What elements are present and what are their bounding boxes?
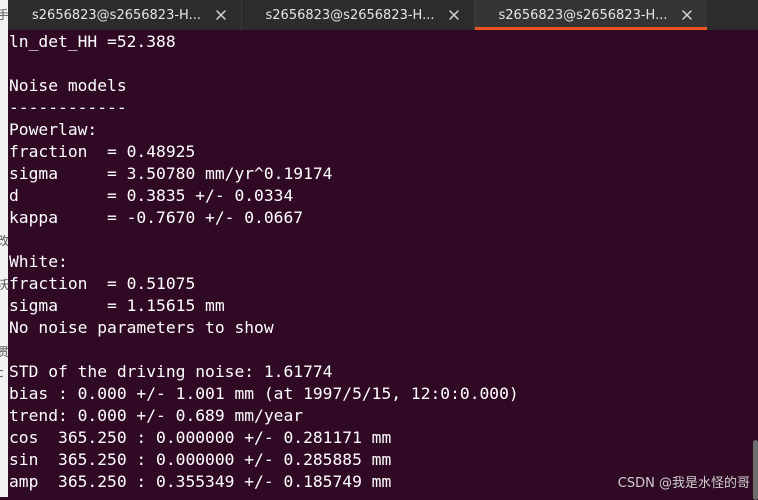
- terminal-line: No noise parameters to show: [9, 318, 274, 337]
- terminal-line: trend: 0.000 +/- 0.689 mm/year: [9, 406, 304, 425]
- terminal-line: amp 365.250 : 0.355349 +/- 0.185749 mm: [9, 472, 392, 491]
- close-icon[interactable]: [446, 7, 462, 23]
- tab-terminal-2[interactable]: s2656823@s2656823-H...: [241, 0, 474, 30]
- terminal-line: ln_det_HH =52.388: [9, 32, 176, 51]
- watermark: CSDN @我是水怪的哥: [617, 476, 750, 491]
- tab-terminal-3-active[interactable]: s2656823@s2656823-H...: [474, 0, 707, 30]
- terminal-line: kappa = -0.7670 +/- 0.0667: [9, 208, 304, 227]
- tab-terminal-1[interactable]: s2656823@s2656823-H...: [8, 0, 241, 30]
- terminal-output[interactable]: ln_det_HH =52.388 Noise models ---------…: [8, 30, 726, 497]
- edge-glyph: c: [0, 366, 4, 380]
- terminal-tab-bar: s2656823@s2656823-H... s2656823@s2656823…: [8, 0, 758, 30]
- close-icon[interactable]: [679, 7, 695, 23]
- scrollbar-thumb[interactable]: [753, 440, 758, 500]
- terminal-line: sigma = 3.50780 mm/yr^0.19174: [9, 164, 333, 183]
- tab-label: s2656823@s2656823-H...: [32, 7, 201, 23]
- tab-label: s2656823@s2656823-H...: [498, 7, 668, 23]
- terminal-line: Powerlaw:: [9, 120, 98, 139]
- terminal-line: White:: [9, 252, 68, 271]
- terminal-line: cos 365.250 : 0.000000 +/- 0.281171 mm: [9, 428, 392, 447]
- terminal-line: fraction = 0.48925: [9, 142, 196, 161]
- terminal-line: d = 0.3835 +/- 0.0334: [9, 186, 294, 205]
- terminal-line: sin 365.250 : 0.000000 +/- 0.285885 mm: [9, 450, 392, 469]
- terminal-line: fraction = 0.51075: [9, 274, 196, 293]
- background-window-edge: 手 改 沃 贯 c: [0, 0, 9, 497]
- terminal-scrollbar[interactable]: [750, 30, 758, 500]
- terminal-line: STD of the driving noise: 1.61774: [9, 362, 333, 381]
- tab-label: s2656823@s2656823-H...: [265, 7, 435, 23]
- terminal-line: bias : 0.000 +/- 1.001 mm (at 1997/5/15,…: [9, 384, 519, 403]
- close-icon[interactable]: [213, 7, 229, 23]
- terminal-line: Noise models: [9, 76, 127, 95]
- terminal-line: ------------: [9, 98, 127, 117]
- terminal-line: sigma = 1.15615 mm: [9, 296, 225, 315]
